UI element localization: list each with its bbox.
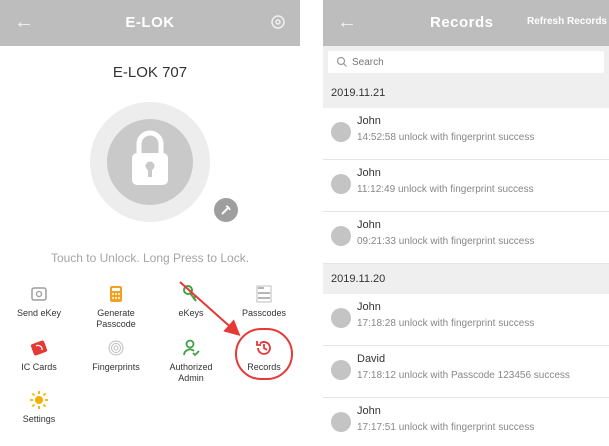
authorized-admin-button[interactable]: Authorized Admin [156, 338, 226, 384]
record-user: John [357, 405, 381, 417]
records-highlight-circle [235, 328, 293, 380]
fingerprint-icon [108, 340, 124, 356]
record-detail: 11:12:49 unlock with fingerprint success [357, 184, 534, 195]
grid-label: Send eKey [16, 308, 62, 318]
record-user: David [357, 353, 386, 365]
record-user: John [357, 167, 381, 179]
lock-detail-screen: ← E-LOK E-LOK 707 Touch to Unlock. Long … [0, 0, 300, 446]
grid-label: Fingerprints [92, 362, 140, 372]
record-detail: 09:21:33 unlock with fingerprint success [357, 236, 535, 247]
send-ekey-icon [31, 287, 47, 301]
record-row[interactable]: David 17:18:12 unlock with Passcode 1234… [323, 346, 609, 398]
touch-hint: Touch to Unlock. Long Press to Lock. [50, 251, 250, 265]
generate-passcode-button[interactable]: Generate Passcode [81, 284, 151, 330]
grid-label: eKeys [178, 308, 204, 318]
screen-title: Records [430, 14, 494, 31]
date-header: 2019.11.20 [323, 264, 609, 294]
record-user: John [357, 115, 381, 127]
record-row[interactable]: John 09:21:33 unlock with fingerprint su… [323, 212, 609, 264]
fingerprint-avatar-icon [331, 412, 351, 432]
grid-label: Authorized Admin [169, 362, 213, 383]
authorized-admin-icon [183, 339, 200, 357]
back-arrow-icon[interactable]: ← [337, 12, 357, 32]
fingerprints-button[interactable]: Fingerprints [81, 338, 151, 373]
fingerprint-avatar-icon [331, 308, 351, 328]
record-row[interactable]: John 14:52:58 unlock with fingerprint su… [323, 108, 609, 160]
ic-cards-button[interactable]: IC Cards [4, 338, 74, 373]
passcodes-button[interactable]: Passcodes [229, 284, 299, 319]
top-bar: ← E-LOK [0, 0, 300, 46]
grid-label: Settings [22, 414, 56, 424]
fingerprint-avatar-icon [331, 174, 351, 194]
send-ekey-button[interactable]: Send eKey [4, 284, 74, 319]
ekeys-icon [183, 285, 197, 302]
records-screen: ← Records Refresh Records 2019.11.21 Joh… [323, 0, 609, 446]
padlock-icon [132, 130, 168, 185]
record-detail: 17:18:12 unlock with Passcode 123456 suc… [357, 370, 570, 381]
record-row[interactable]: John 17:18:28 unlock with fingerprint su… [323, 294, 609, 346]
date-header: 2019.11.21 [323, 78, 609, 108]
gear-icon[interactable] [270, 14, 286, 30]
lock-name: E-LOK 707 [112, 64, 188, 81]
grid-label: Generate Passcode [96, 308, 136, 329]
settings-button[interactable]: Settings [4, 390, 74, 425]
records-list: 2019.11.21 John 14:52:58 unlock with fin… [323, 78, 609, 446]
fingerprint-avatar-icon [331, 226, 351, 246]
search-icon [336, 56, 347, 67]
search-input[interactable] [352, 54, 592, 70]
search-box[interactable] [328, 51, 604, 73]
refresh-records-button[interactable]: Refresh Records [527, 16, 607, 27]
record-row[interactable]: John 17:17:51 unlock with fingerprint su… [323, 398, 609, 446]
record-user: John [357, 301, 381, 313]
search-bar [323, 46, 609, 78]
screen-title: E-LOK [125, 14, 175, 31]
top-bar: ← Records Refresh Records [323, 0, 609, 46]
keypad-avatar-icon [331, 360, 351, 380]
record-detail: 17:17:51 unlock with fingerprint success [357, 422, 535, 433]
remote-unlock-button[interactable] [214, 198, 238, 222]
generate-passcode-icon [110, 286, 122, 302]
record-detail: 14:52:58 unlock with fingerprint success [357, 132, 535, 143]
record-row[interactable]: John 11:12:49 unlock with fingerprint su… [323, 160, 609, 212]
grid-label: IC Cards [21, 362, 57, 372]
grid-label: Passcodes [241, 308, 287, 318]
ekeys-button[interactable]: eKeys [156, 284, 226, 319]
app-screens: ← E-LOK E-LOK 707 Touch to Unlock. Long … [0, 0, 609, 446]
passcodes-icon [256, 285, 272, 303]
fingerprint-avatar-icon [331, 122, 351, 142]
record-user: John [357, 219, 381, 231]
ic-card-icon [30, 340, 48, 356]
signal-icon [221, 205, 231, 215]
settings-sun-icon [30, 391, 48, 409]
record-detail: 17:18:28 unlock with fingerprint success [357, 318, 535, 329]
